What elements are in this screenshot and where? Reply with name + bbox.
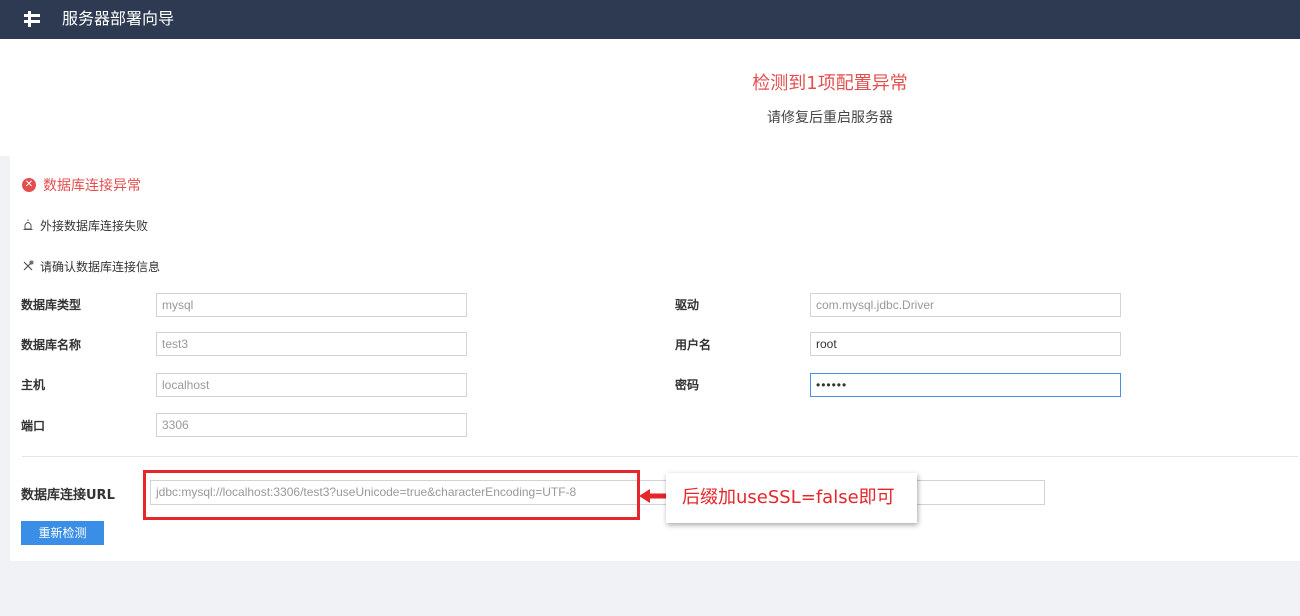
section-divider <box>22 456 1298 457</box>
annotation-callout: 后缀加useSSL=false即可 <box>666 473 917 523</box>
error-detail-1: 外接数据库连接失败 <box>22 216 148 234</box>
password-label: 密码 <box>675 378 700 392</box>
db-type-field[interactable]: mysql <box>156 293 467 317</box>
deploy-icon <box>24 11 40 27</box>
db-type-label: 数据库类型 <box>21 298 82 312</box>
status-subline: 请修复后重启服务器 <box>767 110 893 126</box>
host-field[interactable]: localhost <box>156 373 467 397</box>
url-label: 数据库连接URL <box>21 488 115 503</box>
username-label: 用户名 <box>675 338 712 352</box>
error-detail-2: 请确认数据库连接信息 <box>22 257 160 275</box>
arrow-left-icon <box>639 489 669 503</box>
db-name-label: 数据库名称 <box>21 338 82 352</box>
tools-icon <box>23 260 34 271</box>
password-field[interactable]: •••••• <box>810 373 1121 397</box>
alarm-icon <box>23 219 33 230</box>
status-header <box>0 39 1300 156</box>
top-bar: 服务器部署向导 <box>0 0 1300 39</box>
url-highlight-box <box>143 470 640 520</box>
port-field[interactable]: 3306 <box>156 413 467 437</box>
error-detail-1-text: 外接数据库连接失败 <box>40 218 149 233</box>
driver-field[interactable]: com.mysql.jdbc.Driver <box>810 293 1121 317</box>
recheck-button[interactable]: 重新检测 <box>21 521 104 545</box>
db-name-field[interactable]: test3 <box>156 332 467 356</box>
host-label: 主机 <box>21 378 46 392</box>
error-detail-2-text: 请确认数据库连接信息 <box>40 259 161 274</box>
port-label: 端口 <box>21 419 46 433</box>
close-circle-icon: ✕ <box>22 178 36 192</box>
error-title-text: 数据库连接异常 <box>43 178 141 194</box>
driver-label: 驱动 <box>675 298 700 312</box>
error-title: ✕ 数据库连接异常 <box>22 176 141 194</box>
username-field[interactable]: root <box>810 332 1121 356</box>
app-title: 服务器部署向导 <box>62 9 175 28</box>
status-headline: 检测到1项配置异常 <box>752 73 908 94</box>
